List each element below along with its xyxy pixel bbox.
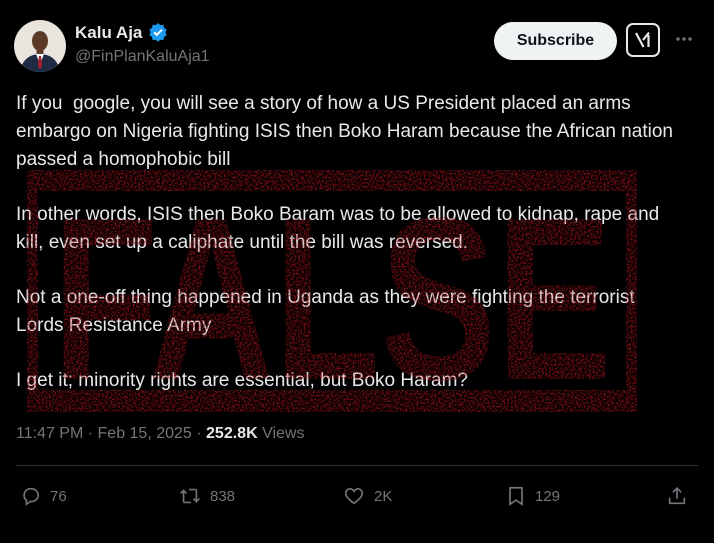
action-bar: 76 838 2K 129 xyxy=(0,478,714,514)
post-metadata: 11:47 PM · Feb 15, 2025 · 252.8K Views xyxy=(16,425,304,443)
repost-count: 838 xyxy=(210,487,236,505)
meta-separator: · xyxy=(83,425,98,442)
post-paragraph: Not a one-off thing happened in Uganda a… xyxy=(16,287,640,336)
repost-button[interactable]: 838 xyxy=(178,478,235,514)
more-icon[interactable] xyxy=(672,27,696,51)
handle[interactable]: @FinPlanKaluAja1 xyxy=(75,48,210,66)
bookmark-button[interactable]: 129 xyxy=(505,478,560,514)
like-count: 2K xyxy=(374,487,393,505)
meta-separator: · xyxy=(191,425,207,442)
post-time[interactable]: 11:47 PM xyxy=(16,425,83,442)
bookmark-count: 129 xyxy=(535,487,561,505)
post-paragraph: I get it; minority rights are essential,… xyxy=(16,370,468,391)
reply-icon xyxy=(23,487,39,506)
views-count: 252.8K xyxy=(206,425,258,442)
bookmark-icon xyxy=(509,486,523,506)
like-button[interactable]: 2K xyxy=(342,478,392,514)
post-paragraph: In other words, ISIS then Boko Baram was… xyxy=(16,204,665,253)
avatar[interactable] xyxy=(14,20,66,72)
heart-icon xyxy=(344,488,364,505)
subscribe-button[interactable]: Subscribe xyxy=(494,22,617,60)
divider xyxy=(16,465,698,466)
post-header: Kalu Aja @FinPlanKaluAja1 Subscribe xyxy=(0,0,714,80)
post-paragraph: If you google, you will see a story of h… xyxy=(16,93,679,170)
verified-badge-icon xyxy=(148,22,168,42)
reply-button[interactable]: 76 xyxy=(20,478,67,514)
share-button[interactable] xyxy=(666,478,696,514)
views-label: Views xyxy=(257,425,305,442)
reply-count: 76 xyxy=(50,487,67,505)
display-name[interactable]: Kalu Aja xyxy=(75,23,142,43)
share-icon xyxy=(668,487,686,505)
repost-icon xyxy=(180,488,200,504)
post-date[interactable]: Feb 15, 2025 xyxy=(98,425,192,442)
post-text: If you google, you will see a story of h… xyxy=(16,90,686,422)
grok-icon[interactable] xyxy=(626,23,660,57)
